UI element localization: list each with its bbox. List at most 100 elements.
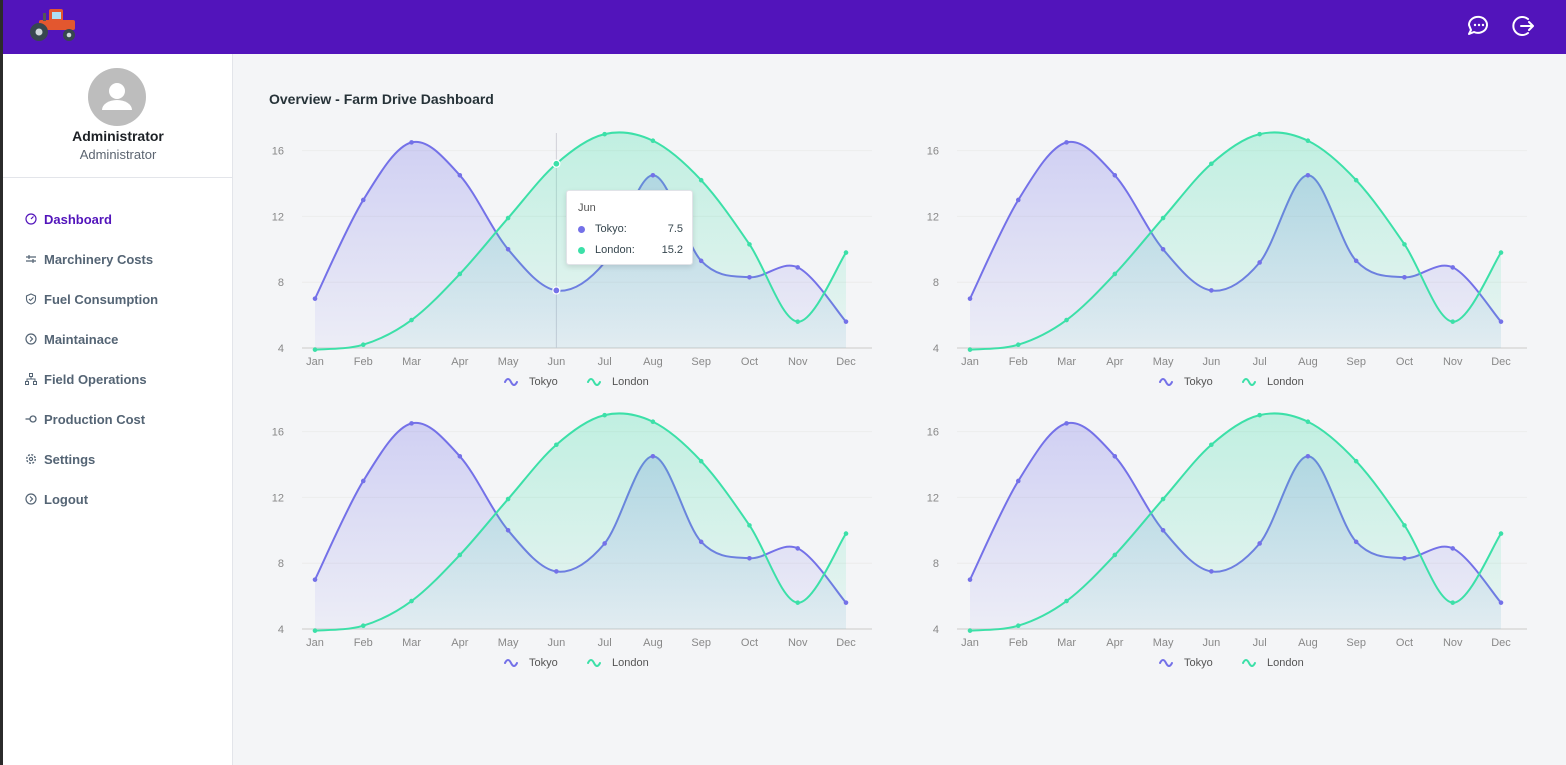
data-point-london[interactable] — [1498, 250, 1504, 255]
data-point-london[interactable] — [698, 458, 704, 464]
data-point-london[interactable] — [554, 442, 559, 448]
data-point-tokyo[interactable] — [1305, 172, 1311, 178]
data-point-london[interactable] — [1498, 531, 1504, 536]
logout-icon[interactable] — [1510, 13, 1536, 39]
data-point-london[interactable] — [967, 628, 973, 633]
legend-tokyo-icon[interactable] — [1159, 659, 1173, 667]
data-point-london[interactable] — [1015, 623, 1021, 629]
legend-label[interactable]: London — [612, 657, 649, 669]
data-point-tokyo[interactable] — [967, 577, 973, 582]
legend-label[interactable]: London — [612, 376, 649, 388]
tractor-logo[interactable] — [25, 5, 77, 43]
data-point-tokyo[interactable] — [505, 528, 511, 533]
data-point-london[interactable] — [1305, 419, 1311, 425]
data-point-tokyo[interactable] — [747, 274, 752, 280]
data-point-tokyo[interactable] — [1498, 600, 1504, 605]
data-point-london[interactable] — [1402, 242, 1407, 247]
sidebar-item-machinery-costs[interactable]: Marchinery Costs — [3, 239, 233, 279]
data-point-tokyo[interactable] — [1353, 539, 1359, 545]
data-point-tokyo[interactable] — [1160, 247, 1166, 252]
data-point-tokyo[interactable] — [312, 577, 318, 582]
legend-london-icon[interactable] — [587, 378, 601, 386]
data-point-london[interactable] — [1209, 442, 1214, 448]
data-point-london[interactable] — [505, 496, 511, 502]
legend-label[interactable]: Tokyo — [529, 657, 558, 669]
data-point-tokyo[interactable] — [967, 296, 973, 301]
data-point-london[interactable] — [747, 242, 752, 247]
data-point-tokyo[interactable] — [698, 539, 704, 545]
data-point-london[interactable] — [1160, 496, 1166, 502]
data-point-tokyo[interactable] — [698, 258, 704, 264]
area-chart-4[interactable]: 4 8 12 16 Jan Feb Mar Apr May Jun Jul Aug Sep Oct Nov D… — [917, 406, 1557, 681]
data-point-tokyo[interactable] — [1209, 569, 1214, 574]
data-point-london[interactable] — [1257, 131, 1262, 137]
data-point-tokyo[interactable] — [457, 453, 463, 459]
data-point-london[interactable] — [1353, 458, 1359, 464]
data-point-tokyo[interactable] — [650, 172, 656, 178]
data-point-london[interactable] — [457, 552, 463, 558]
data-point-london[interactable] — [1450, 319, 1456, 324]
data-point-tokyo[interactable] — [747, 555, 752, 561]
legend-london-icon[interactable] — [1242, 378, 1256, 386]
data-point-london[interactable] — [409, 598, 414, 604]
data-point-london[interactable] — [552, 159, 561, 168]
data-point-london[interactable] — [795, 319, 801, 324]
data-point-london[interactable] — [312, 628, 318, 633]
sidebar-item-settings[interactable]: Settings — [3, 439, 233, 479]
data-point-london[interactable] — [843, 250, 849, 255]
legend-london-icon[interactable] — [1242, 659, 1256, 667]
data-point-tokyo[interactable] — [1015, 478, 1021, 484]
data-point-london[interactable] — [1160, 215, 1166, 221]
data-point-tokyo[interactable] — [552, 286, 561, 295]
data-point-london[interactable] — [650, 138, 656, 144]
sidebar-item-production-cost[interactable]: Production Cost — [3, 399, 233, 439]
data-point-london[interactable] — [360, 623, 366, 629]
data-point-london[interactable] — [1015, 342, 1021, 348]
data-point-london[interactable] — [457, 271, 463, 277]
legend-label[interactable]: Tokyo — [1184, 376, 1213, 388]
data-point-tokyo[interactable] — [360, 197, 366, 203]
data-point-london[interactable] — [1064, 598, 1069, 604]
data-point-tokyo[interactable] — [1015, 197, 1021, 203]
data-point-tokyo[interactable] — [795, 546, 801, 551]
data-point-tokyo[interactable] — [1257, 541, 1262, 546]
data-point-tokyo[interactable] — [843, 319, 849, 324]
data-point-london[interactable] — [698, 177, 704, 183]
sidebar-item-logout[interactable]: Logout — [3, 479, 233, 519]
data-point-tokyo[interactable] — [1112, 453, 1118, 459]
legend-label[interactable]: Tokyo — [529, 376, 558, 388]
legend-london-icon[interactable] — [587, 659, 601, 667]
legend-label[interactable]: Tokyo — [1184, 657, 1213, 669]
data-point-tokyo[interactable] — [409, 140, 414, 145]
data-point-tokyo[interactable] — [554, 569, 559, 574]
data-point-london[interactable] — [650, 419, 656, 425]
data-point-london[interactable] — [312, 347, 318, 352]
sidebar-item-dashboard[interactable]: Dashboard — [3, 199, 233, 239]
sidebar-item-maintenance[interactable]: Maintainace — [3, 319, 233, 359]
legend-tokyo-icon[interactable] — [504, 659, 518, 667]
data-point-tokyo[interactable] — [1209, 288, 1214, 293]
data-point-london[interactable] — [602, 131, 607, 137]
data-point-london[interactable] — [1112, 271, 1118, 277]
avatar[interactable] — [88, 68, 146, 126]
sidebar-item-fuel-consumption[interactable]: Fuel Consumption — [3, 279, 233, 319]
data-point-london[interactable] — [1209, 161, 1214, 167]
data-point-london[interactable] — [1450, 600, 1456, 605]
data-point-tokyo[interactable] — [843, 600, 849, 605]
data-point-london[interactable] — [1402, 523, 1407, 528]
data-point-tokyo[interactable] — [1402, 555, 1407, 561]
data-point-london[interactable] — [1064, 317, 1069, 323]
legend-tokyo-icon[interactable] — [504, 378, 518, 386]
data-point-london[interactable] — [602, 412, 607, 418]
chat-icon[interactable] — [1466, 13, 1492, 39]
data-point-tokyo[interactable] — [1064, 421, 1069, 426]
data-point-tokyo[interactable] — [602, 541, 607, 546]
data-point-tokyo[interactable] — [650, 453, 656, 459]
legend-label[interactable]: London — [1267, 657, 1304, 669]
data-point-tokyo[interactable] — [1450, 546, 1456, 551]
legend-label[interactable]: London — [1267, 376, 1304, 388]
data-point-london[interactable] — [843, 531, 849, 536]
data-point-tokyo[interactable] — [360, 478, 366, 484]
data-point-tokyo[interactable] — [1353, 258, 1359, 264]
data-point-tokyo[interactable] — [1305, 453, 1311, 459]
